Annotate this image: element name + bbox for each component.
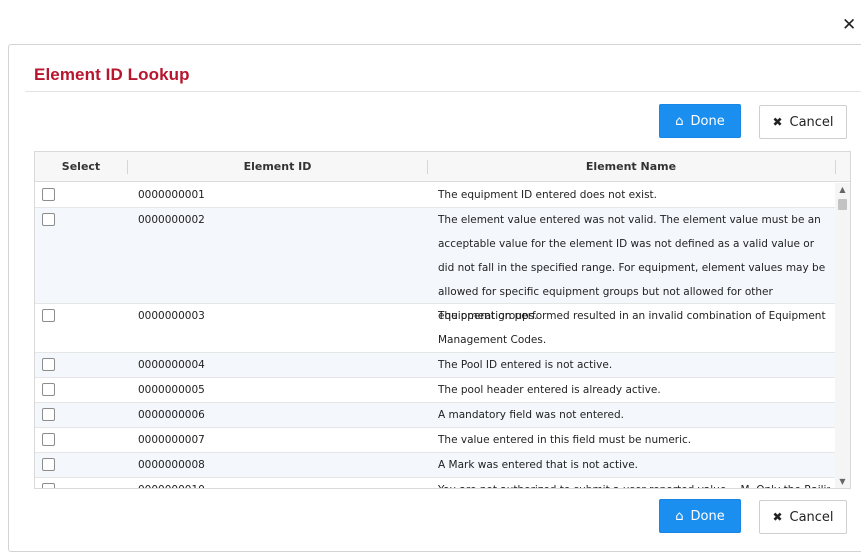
table-row[interactable]: 0000000007 The value entered in this fie… [35, 428, 835, 453]
column-header-select[interactable]: Select [35, 152, 127, 182]
table-row[interactable]: 0000000008 A Mark was entered that is no… [35, 453, 835, 478]
element-id-lookup-dialog: Element ID Lookup ⌂ Done ✖ Cancel Select… [8, 44, 861, 552]
column-divider [835, 160, 836, 174]
table-row[interactable]: 0000000002 The element value entered was… [35, 208, 835, 322]
scroll-up-icon[interactable]: ▲ [835, 183, 850, 197]
done-label: Done [690, 113, 725, 129]
cancel-button-top[interactable]: ✖ Cancel [759, 105, 847, 139]
dialog-title: Element ID Lookup [34, 65, 190, 84]
element-name-cell: A Mark was entered that is not active. [438, 459, 638, 471]
element-grid: Select Element ID Element Name 000000000… [34, 151, 851, 489]
element-id-cell: 0000000001 [138, 189, 205, 201]
row-select-checkbox[interactable] [42, 213, 55, 226]
element-name-cell: A mandatory field was not entered. [438, 409, 624, 421]
element-id-cell: 0000000005 [138, 384, 205, 396]
done-button-bottom[interactable]: ⌂ Done [659, 499, 741, 533]
column-header-element-name[interactable]: Element Name [428, 152, 834, 182]
cancel-button-bottom[interactable]: ✖ Cancel [759, 500, 847, 534]
table-row[interactable]: 0000000001 The equipment ID entered does… [35, 183, 835, 208]
element-name-cell: The equipment ID entered does not exist. [438, 189, 658, 201]
scroll-thumb[interactable] [838, 199, 847, 210]
element-id-cell: 0000000007 [138, 434, 205, 446]
table-row[interactable]: 0000000004 The Pool ID entered is not ac… [35, 353, 835, 378]
element-id-cell: 0000000004 [138, 359, 205, 371]
element-name-cell: The value entered in this field must be … [438, 434, 692, 446]
done-label: Done [690, 508, 725, 524]
element-id-cell: 0000000010 [138, 478, 205, 488]
done-button-top[interactable]: ⌂ Done [659, 104, 741, 138]
row-select-checkbox[interactable] [42, 433, 55, 446]
times-icon: ✖ [772, 510, 783, 524]
home-icon: ⌂ [675, 508, 684, 524]
scroll-down-icon[interactable]: ▼ [835, 475, 850, 488]
element-id-cell: 0000000006 [138, 409, 205, 421]
row-select-checkbox[interactable] [42, 483, 55, 488]
grid-scrollbar[interactable]: ▲ ▼ [835, 183, 850, 488]
element-name-cell: The Pool ID entered is not active. [438, 359, 613, 371]
element-name-cell: You are not authorized to submit a user … [438, 478, 830, 488]
row-select-checkbox[interactable] [42, 383, 55, 396]
row-select-checkbox[interactable] [42, 408, 55, 421]
cancel-label: Cancel [789, 114, 834, 130]
row-select-checkbox[interactable] [42, 358, 55, 371]
table-row[interactable]: 0000000006 A mandatory field was not ent… [35, 403, 835, 428]
grid-header: Select Element ID Element Name [35, 152, 850, 182]
times-icon: ✖ [772, 115, 783, 129]
home-icon: ⌂ [675, 113, 684, 129]
row-select-checkbox[interactable] [42, 188, 55, 201]
table-row[interactable]: 0000000003 The operation performed resul… [35, 304, 835, 353]
title-divider [25, 91, 861, 92]
element-name-cell: The operation performed resulted in an i… [438, 310, 826, 346]
row-select-checkbox[interactable] [42, 458, 55, 471]
column-header-element-id[interactable]: Element ID [128, 152, 427, 182]
table-row[interactable]: 0000000005 The pool header entered is al… [35, 378, 835, 403]
element-id-cell: 0000000003 [138, 310, 205, 322]
table-row[interactable]: 0000000010 You are not authorized to sub… [35, 478, 835, 488]
element-id-cell: 0000000002 [138, 214, 205, 226]
cancel-label: Cancel [789, 509, 834, 525]
close-icon[interactable]: ✕ [842, 16, 858, 34]
row-select-checkbox[interactable] [42, 309, 55, 322]
grid-body: 0000000001 The equipment ID entered does… [35, 183, 835, 488]
element-name-cell: The pool header entered is already activ… [438, 384, 661, 396]
element-id-cell: 0000000008 [138, 459, 205, 471]
